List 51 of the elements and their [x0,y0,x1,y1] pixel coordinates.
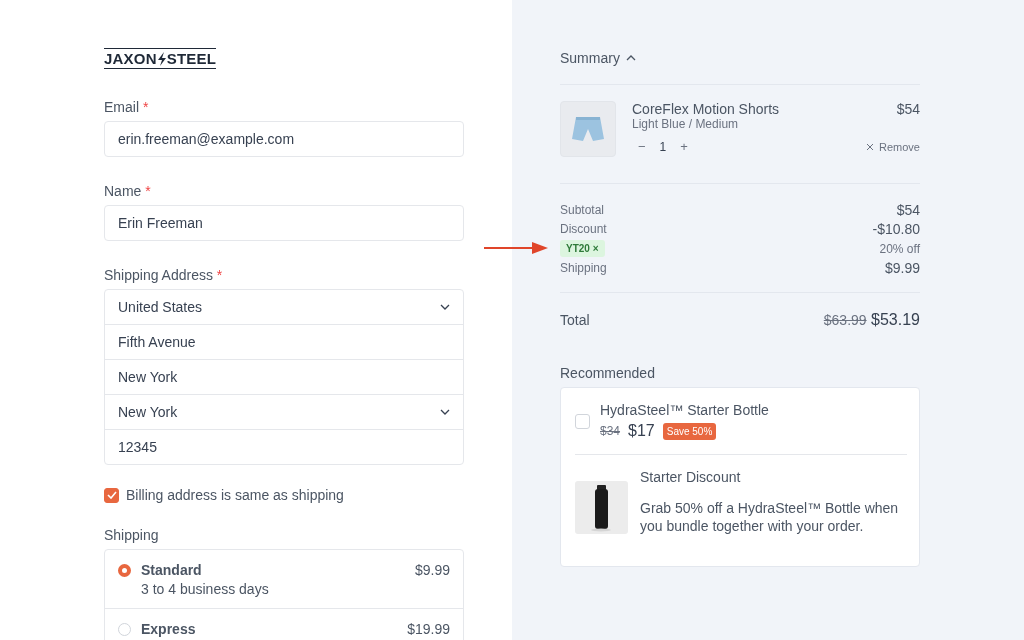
option-detail: 3 to 4 business days [141,581,269,597]
input-field[interactable]: Erin Freeman [104,205,464,241]
product-price: $54 [896,101,920,117]
section-label: Shipping [104,527,160,543]
chevron-down-icon [440,409,450,415]
field-label: Email * [104,99,150,115]
select-field[interactable]: New York [105,394,463,429]
original-total: $63.99 [823,312,867,328]
input-field[interactable]: 12345 [105,429,463,464]
original-price: $34 [600,424,621,438]
discount-code-tag[interactable]: YT20 × [560,240,605,257]
brand-logo: JAXON STEEL [104,48,217,69]
quantity-value: 1 [659,139,667,154]
shipping-value: $9.99 [884,260,920,276]
field-label: Shipping Address * [104,267,224,283]
product-name: HydraSteel™ Starter Bottle [600,402,770,418]
total-value: $53.19 [871,311,920,328]
subtotal-label: Subtotal [560,203,605,217]
discount-value: -$10.80 [872,221,920,237]
product-variant: Light Blue / Medium [632,117,740,131]
discount-label: Discount [560,222,607,236]
increase-button[interactable]: + [680,139,688,154]
option-price: $9.99 [414,562,450,580]
input-field[interactable]: New York [105,359,463,394]
offer-text: Grab 50% off a HydraSteel™ Bottle when you bundle together with your order. [640,499,900,535]
summary-title: Summary [560,50,620,66]
checkbox-label: Billing address is same as shipping [126,487,344,503]
field-label: Name * [104,183,152,199]
checkbox[interactable] [104,487,119,503]
option-price: $19.99 [407,621,450,639]
input-field[interactable]: erin.freeman@example.com [104,121,464,157]
decrease-button[interactable]: − [638,139,646,154]
shipping-label: Shipping [560,261,607,275]
select-field[interactable]: United States [105,290,463,324]
radio-button[interactable] [118,564,131,577]
remove-button[interactable]: Remove [866,140,920,153]
sale-price: $17 [628,422,655,440]
section-label: Recommended [560,365,656,381]
annotation-arrow [484,240,550,256]
chevron-up-icon[interactable] [625,55,636,61]
discount-note: 20% off [879,241,920,256]
discount-badge: Save 50% [662,422,717,440]
product-name: CoreFlex Motion Shorts [632,101,780,117]
total-label: Total [560,312,590,328]
input-field[interactable]: Fifth Avenue [105,324,463,359]
offer-title: Starter Discount [640,469,742,485]
option-name: Express [141,621,196,637]
subtotal-value: $54 [896,202,920,218]
option-name: Standard [141,562,203,578]
close-icon [866,142,875,151]
chevron-down-icon [440,304,450,310]
